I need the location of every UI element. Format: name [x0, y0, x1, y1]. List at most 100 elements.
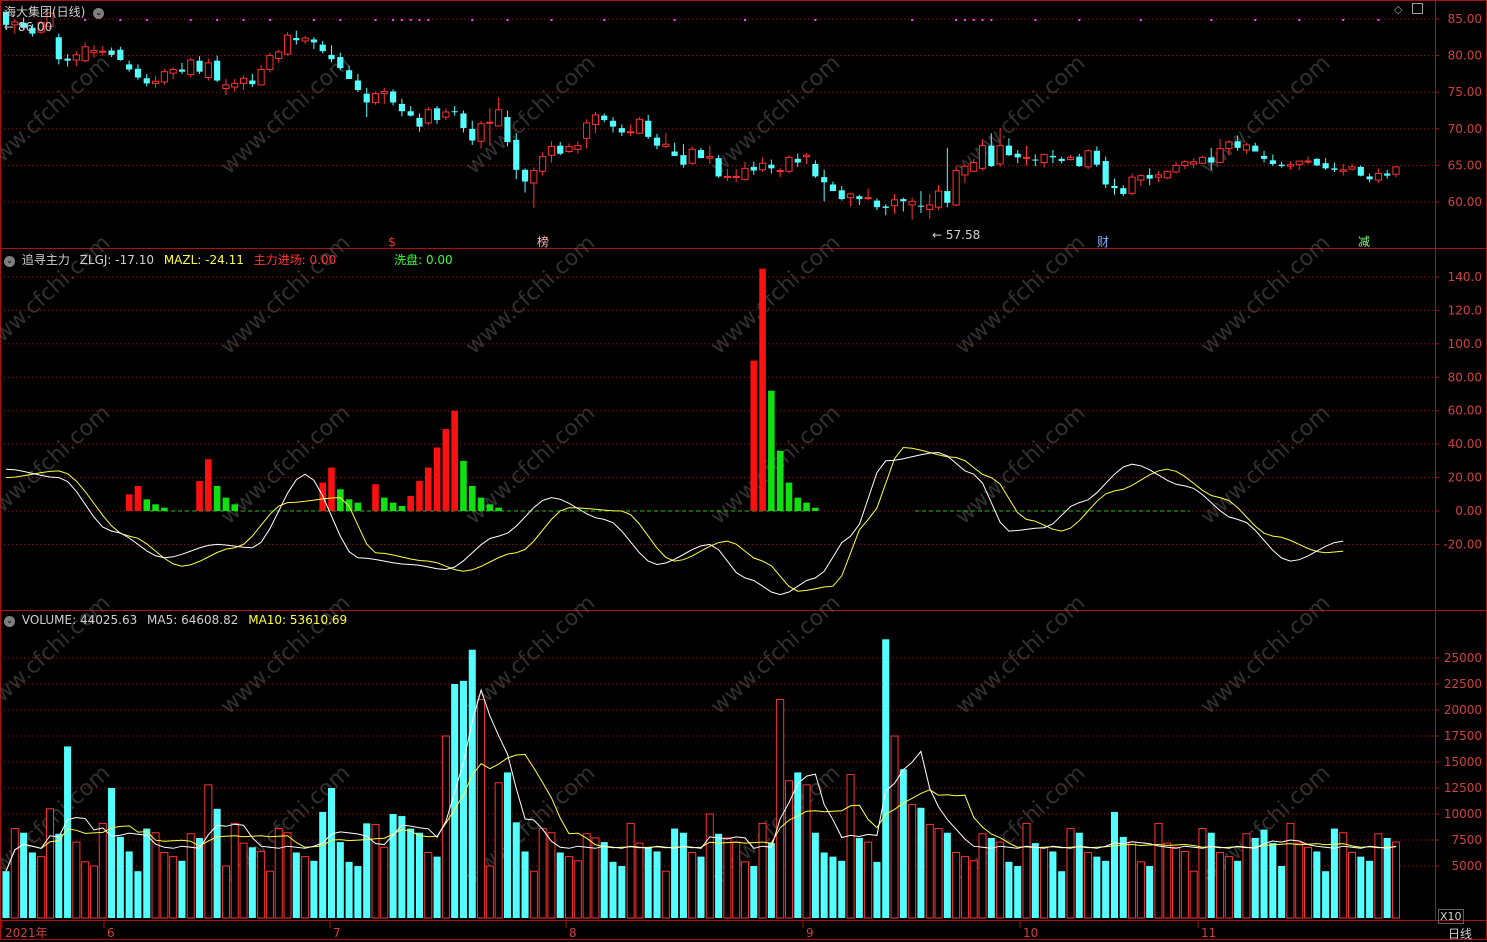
entry-bar: [442, 429, 450, 511]
volume-bar-down: [512, 822, 520, 918]
candle-body-down: [1322, 163, 1329, 169]
candle-body-up: [1181, 161, 1189, 166]
volume-bar-up: [10, 828, 19, 919]
chevron-down-icon[interactable]: ⌄: [4, 256, 15, 267]
candle-body-up: [1190, 161, 1198, 165]
volume-bar-down: [1322, 871, 1330, 918]
wash-bar: [486, 504, 494, 511]
candle-body-up: [996, 145, 1004, 165]
x-tick-label: 6: [107, 926, 115, 940]
volume-bar-down: [1075, 832, 1083, 918]
entry-bar: [416, 480, 423, 511]
x-tick-label: 7: [333, 926, 341, 940]
event-marker: 榜: [537, 234, 549, 249]
candle-body-up: [706, 156, 714, 159]
close-box-icon[interactable]: [1412, 3, 1423, 14]
volume-bar-down: [1146, 866, 1154, 918]
event-dot: [189, 19, 192, 21]
candle-body-down: [1234, 141, 1241, 148]
candle-body-down: [645, 120, 652, 137]
candle-body-up: [371, 93, 380, 103]
volume-bar-up: [160, 851, 169, 919]
volume-bar-up: [1189, 870, 1198, 919]
event-marker: $: [388, 235, 396, 249]
candle-body-down: [1146, 174, 1153, 179]
volume-bar-down: [143, 828, 151, 918]
event-dot: [673, 19, 676, 21]
volume-bar-down: [345, 861, 353, 918]
stock-chart[interactable]: www.cfchi.com www.cfchi.com www.cfchi.com w…: [0, 0, 1487, 941]
candle-body-up: [424, 109, 432, 124]
candle-body-up: [961, 165, 969, 176]
candle-body-down: [460, 113, 467, 129]
wash-bar: [785, 482, 793, 511]
event-dot: [427, 19, 430, 21]
volume-bar-down: [1383, 837, 1391, 918]
candle-body-up: [547, 145, 556, 156]
event-marker: 财: [1097, 235, 1109, 249]
diamond-icon[interactable]: ◇: [1394, 3, 1402, 16]
volume-bar-down: [1058, 871, 1066, 918]
candle-body-down: [1032, 159, 1039, 161]
volume-bar-down: [767, 843, 775, 918]
candle-body-down: [601, 115, 608, 121]
candle-body-down: [64, 58, 71, 61]
volume-bar-up: [1216, 851, 1225, 919]
volume-bar-down: [178, 860, 186, 918]
wash-bar: [222, 497, 230, 511]
volume-bar-down: [336, 842, 344, 918]
volume-multiplier: X10: [1438, 909, 1464, 924]
candle-body-up: [732, 175, 740, 178]
candle-body-down: [1102, 161, 1109, 185]
candle-body-up: [1304, 160, 1312, 163]
volume-bar-up: [274, 828, 283, 919]
candle-body-down: [293, 38, 300, 41]
candle-body-down: [1366, 176, 1373, 180]
candle-body-up: [72, 54, 80, 61]
volume-bar-down: [363, 823, 371, 918]
volume-bar-down: [196, 837, 204, 918]
wash-bar: [794, 497, 802, 511]
candle-body-up: [1225, 141, 1233, 150]
price-tick-label: 75.00: [1448, 85, 1482, 99]
chevron-down-icon[interactable]: ⌄: [93, 8, 105, 19]
top-panel-title: 海大集团(日线): [4, 5, 86, 19]
volume-bar-up: [969, 860, 978, 919]
wash-bar: [495, 507, 502, 511]
candle-body-up: [231, 82, 239, 88]
candle-body-up: [1392, 166, 1400, 175]
entry-bar: [205, 459, 212, 511]
event-dot: [268, 19, 271, 21]
candle-body-up: [574, 145, 582, 150]
candle-body-up: [1040, 153, 1048, 163]
chevron-down-icon[interactable]: ⌄: [4, 616, 15, 627]
candle-body-down: [134, 68, 142, 78]
wash-bar: [143, 499, 151, 511]
candle-body-up: [688, 148, 696, 164]
candle-body-up: [239, 77, 248, 84]
candle-body-down: [1260, 155, 1268, 159]
volume-bar-up: [952, 851, 961, 919]
candle-body-down: [55, 37, 62, 60]
volume-bar-up: [485, 865, 494, 919]
candle-body-down: [337, 57, 344, 69]
candle-body-up: [151, 80, 160, 84]
candle-body-up: [635, 118, 643, 134]
candle-body-down: [1357, 166, 1364, 176]
volume-tick-label: 22500: [1444, 677, 1482, 691]
volume-bar-down: [28, 852, 36, 918]
candle-body-down: [653, 137, 661, 146]
candle-body-down: [715, 158, 722, 177]
period-label[interactable]: 日线: [1448, 925, 1472, 942]
volume-bar-up: [864, 841, 873, 919]
ma10-value: 53610.69: [289, 613, 348, 627]
wash-bar: [231, 504, 239, 511]
volume-bar-up: [582, 833, 591, 919]
volume-bar-up: [221, 865, 230, 919]
candle-body-up: [890, 199, 899, 207]
wash-bar: [213, 485, 221, 511]
wash-bar: [389, 502, 397, 511]
price-tick-label: 60.00: [1448, 195, 1482, 209]
volume-bar-down: [838, 860, 846, 918]
volume-bar-up: [934, 828, 943, 919]
